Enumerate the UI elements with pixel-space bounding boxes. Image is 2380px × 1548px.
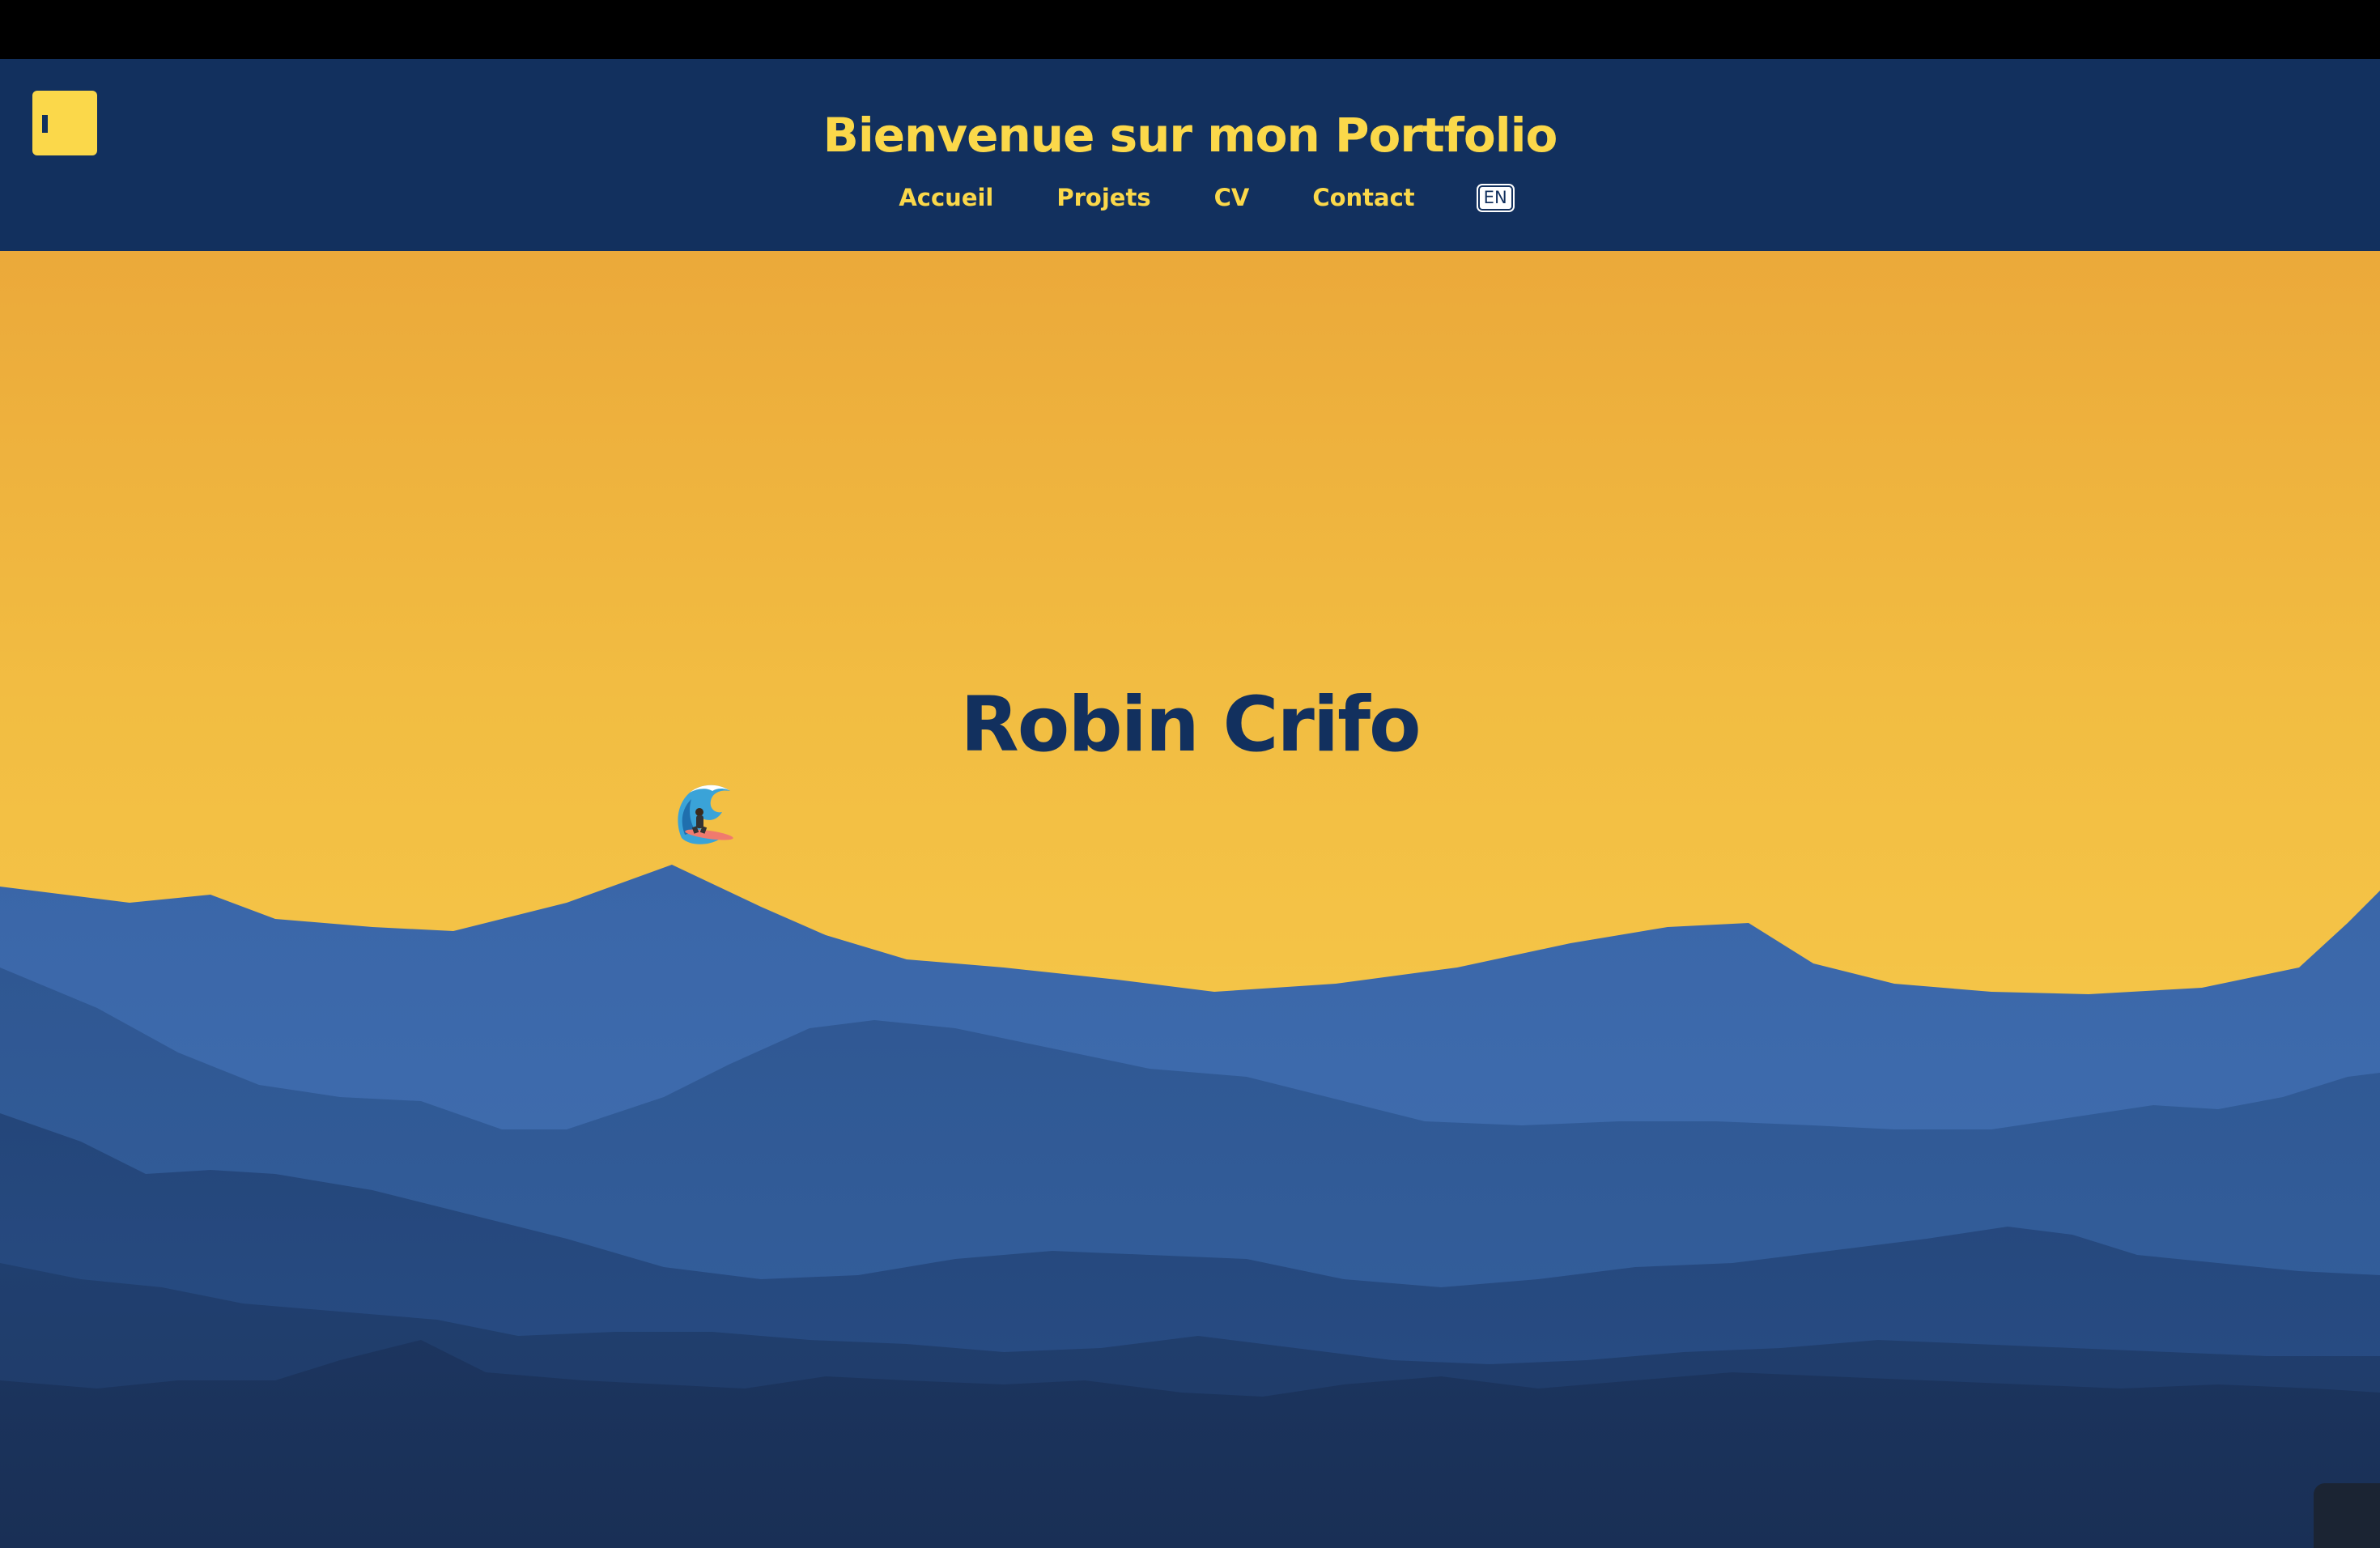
site-header: Bienvenue sur mon Portfolio Accueil Proj… xyxy=(0,59,2380,251)
language-toggle[interactable]: EN xyxy=(1477,185,1513,211)
mountain-landscape xyxy=(0,865,2380,1548)
hero-name: Robin Crifo xyxy=(960,681,1421,769)
nav-link-contact[interactable]: Contact xyxy=(1312,186,1414,210)
nav-link-projets[interactable]: Projets xyxy=(1056,186,1150,210)
browser-top-bar xyxy=(0,0,2380,59)
main-nav: Accueil Projets CV Contact EN xyxy=(0,185,2380,211)
nav-link-accueil[interactable]: Accueil xyxy=(899,186,993,210)
nav-link-cv[interactable]: CV xyxy=(1214,186,1250,210)
corner-widget[interactable] xyxy=(2314,1483,2380,1548)
surfer-wave-icon xyxy=(678,785,733,844)
site-title: Bienvenue sur mon Portfolio xyxy=(822,108,1558,163)
hero-section: Robin Crifo xyxy=(0,251,2380,1548)
